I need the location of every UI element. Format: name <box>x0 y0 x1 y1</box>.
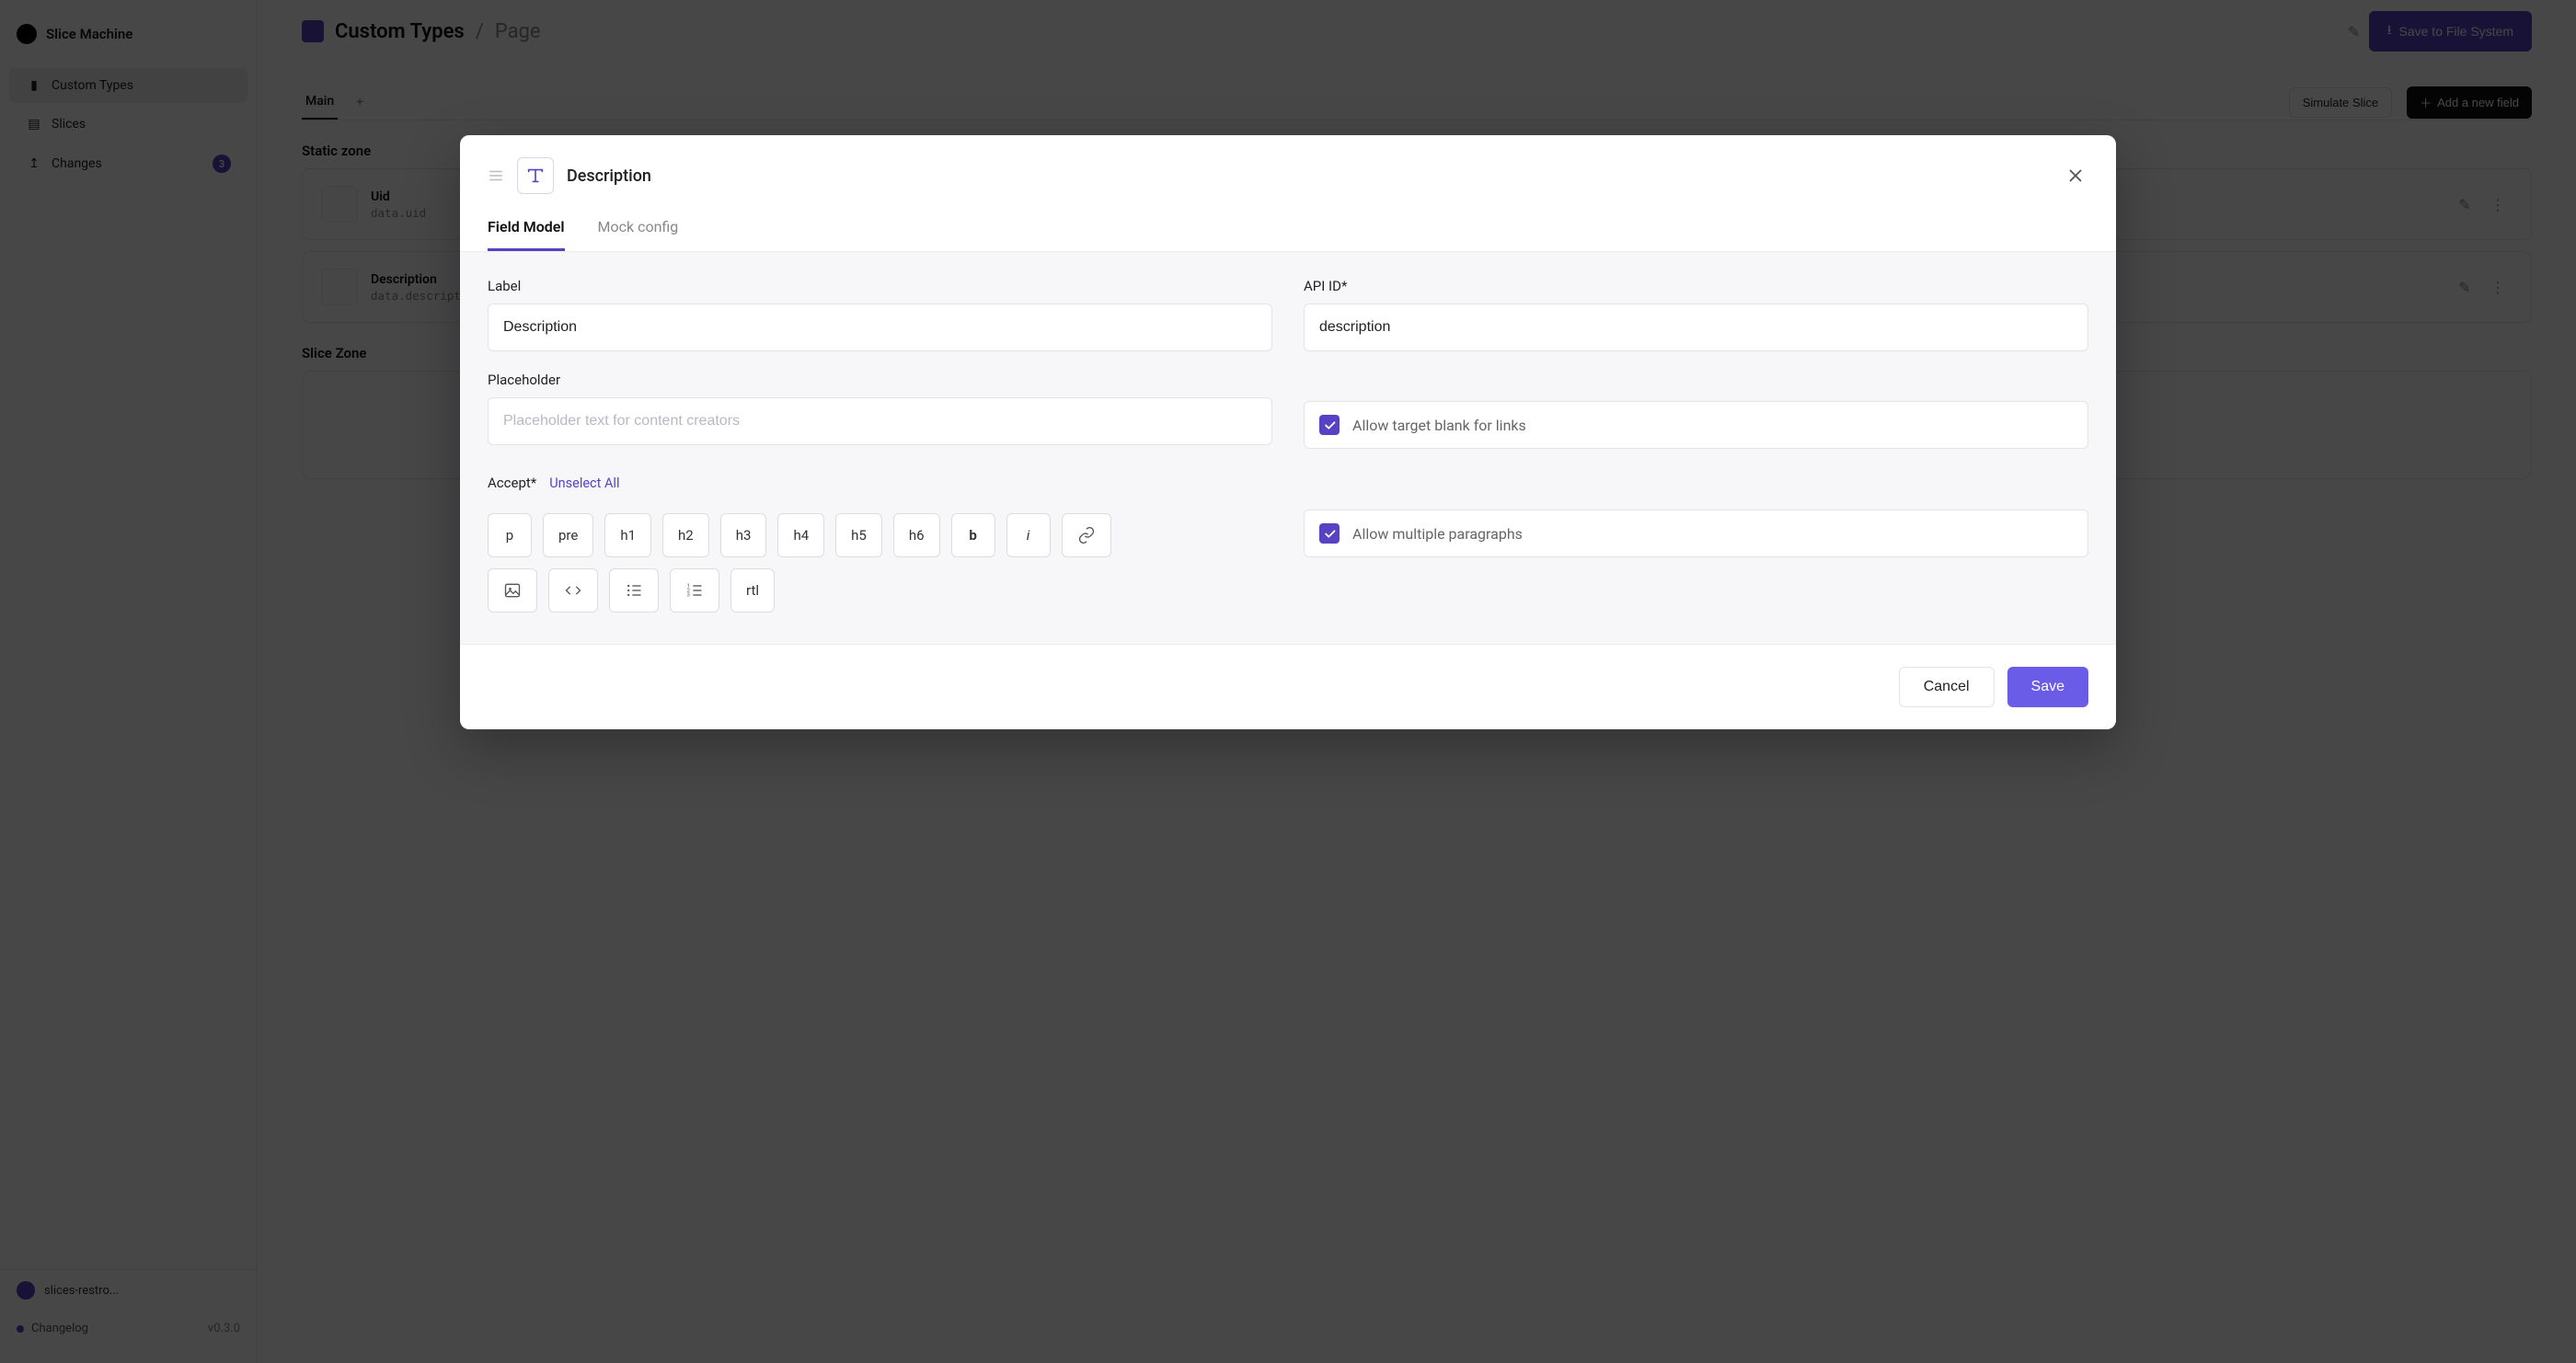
chip-p[interactable]: p <box>488 513 532 557</box>
modal-tabs: Field Model Mock config <box>460 205 2116 252</box>
allow-target-blank-checkbox[interactable]: Allow target blank for links <box>1304 401 2088 449</box>
save-button[interactable]: Save <box>2007 667 2088 707</box>
tab-field-model[interactable]: Field Model <box>488 205 565 251</box>
unselect-all-link[interactable]: Unselect All <box>549 475 619 491</box>
link-icon <box>1077 526 1096 544</box>
checkbox-checked-icon <box>1319 415 1340 435</box>
chip-h2[interactable]: h2 <box>662 513 709 557</box>
field-config-modal: Description Field Model Mock config Labe… <box>460 135 2116 729</box>
chip-italic[interactable]: i <box>1006 513 1051 557</box>
chip-h6[interactable]: h6 <box>893 513 940 557</box>
label-label: Label <box>488 278 1272 294</box>
accept-chip-row: p pre h1 h2 h3 h4 h5 h6 b i <box>488 513 1150 613</box>
chip-h4[interactable]: h4 <box>777 513 824 557</box>
chip-rtl[interactable]: rtl <box>730 568 775 613</box>
image-icon <box>503 581 522 600</box>
bold-glyph: b <box>969 527 976 544</box>
multi-para-label: Allow multiple paragraphs <box>1352 525 1523 543</box>
chip-h1[interactable]: h1 <box>604 513 651 557</box>
api-id-label: API ID* <box>1304 278 2088 294</box>
modal-title: Description <box>567 166 651 186</box>
chip-h3[interactable]: h3 <box>720 513 767 557</box>
chip-image[interactable] <box>488 568 537 613</box>
api-id-field-row: API ID* <box>1304 278 2088 351</box>
list-ordered-icon: 123 <box>685 581 704 600</box>
checkbox-checked-icon <box>1319 523 1340 544</box>
chip-bold[interactable]: b <box>951 513 995 557</box>
italic-glyph: i <box>1027 527 1030 544</box>
chip-ul[interactable] <box>609 568 659 613</box>
label-field-row: Label <box>488 278 1272 351</box>
accept-label: Accept* <box>488 475 536 491</box>
modal-body: Label API ID* Placeholder Allow target b… <box>460 252 2116 644</box>
multi-para-row: Allow multiple paragraphs <box>1304 469 2088 613</box>
target-blank-row: Allow target blank for links <box>1304 372 2088 449</box>
svg-text:3: 3 <box>687 593 690 599</box>
placeholder-field-row: Placeholder <box>488 372 1272 449</box>
chip-link[interactable] <box>1062 513 1111 557</box>
list-bullet-icon <box>625 581 643 600</box>
allow-multi-paragraph-checkbox[interactable]: Allow multiple paragraphs <box>1304 510 2088 557</box>
close-icon[interactable] <box>2063 163 2088 189</box>
drag-handle-icon[interactable] <box>488 167 504 184</box>
cancel-button[interactable]: Cancel <box>1899 667 1995 707</box>
target-blank-label: Allow target blank for links <box>1352 417 1526 434</box>
placeholder-label: Placeholder <box>488 372 1272 388</box>
accept-section: Accept* Unselect All p pre h1 h2 h3 h4 h… <box>488 469 1272 613</box>
api-id-input[interactable] <box>1304 304 2088 351</box>
chip-pre[interactable]: pre <box>543 513 593 557</box>
code-icon <box>564 581 582 600</box>
modal-footer: Cancel Save <box>460 644 2116 729</box>
richtext-icon <box>517 157 554 194</box>
modal-header: Description <box>460 135 2116 205</box>
chip-h5[interactable]: h5 <box>835 513 882 557</box>
tab-mock-config[interactable]: Mock config <box>598 205 679 251</box>
placeholder-input[interactable] <box>488 397 1272 445</box>
chip-ol[interactable]: 123 <box>670 568 719 613</box>
label-input[interactable] <box>488 304 1272 351</box>
chip-embed[interactable] <box>548 568 598 613</box>
